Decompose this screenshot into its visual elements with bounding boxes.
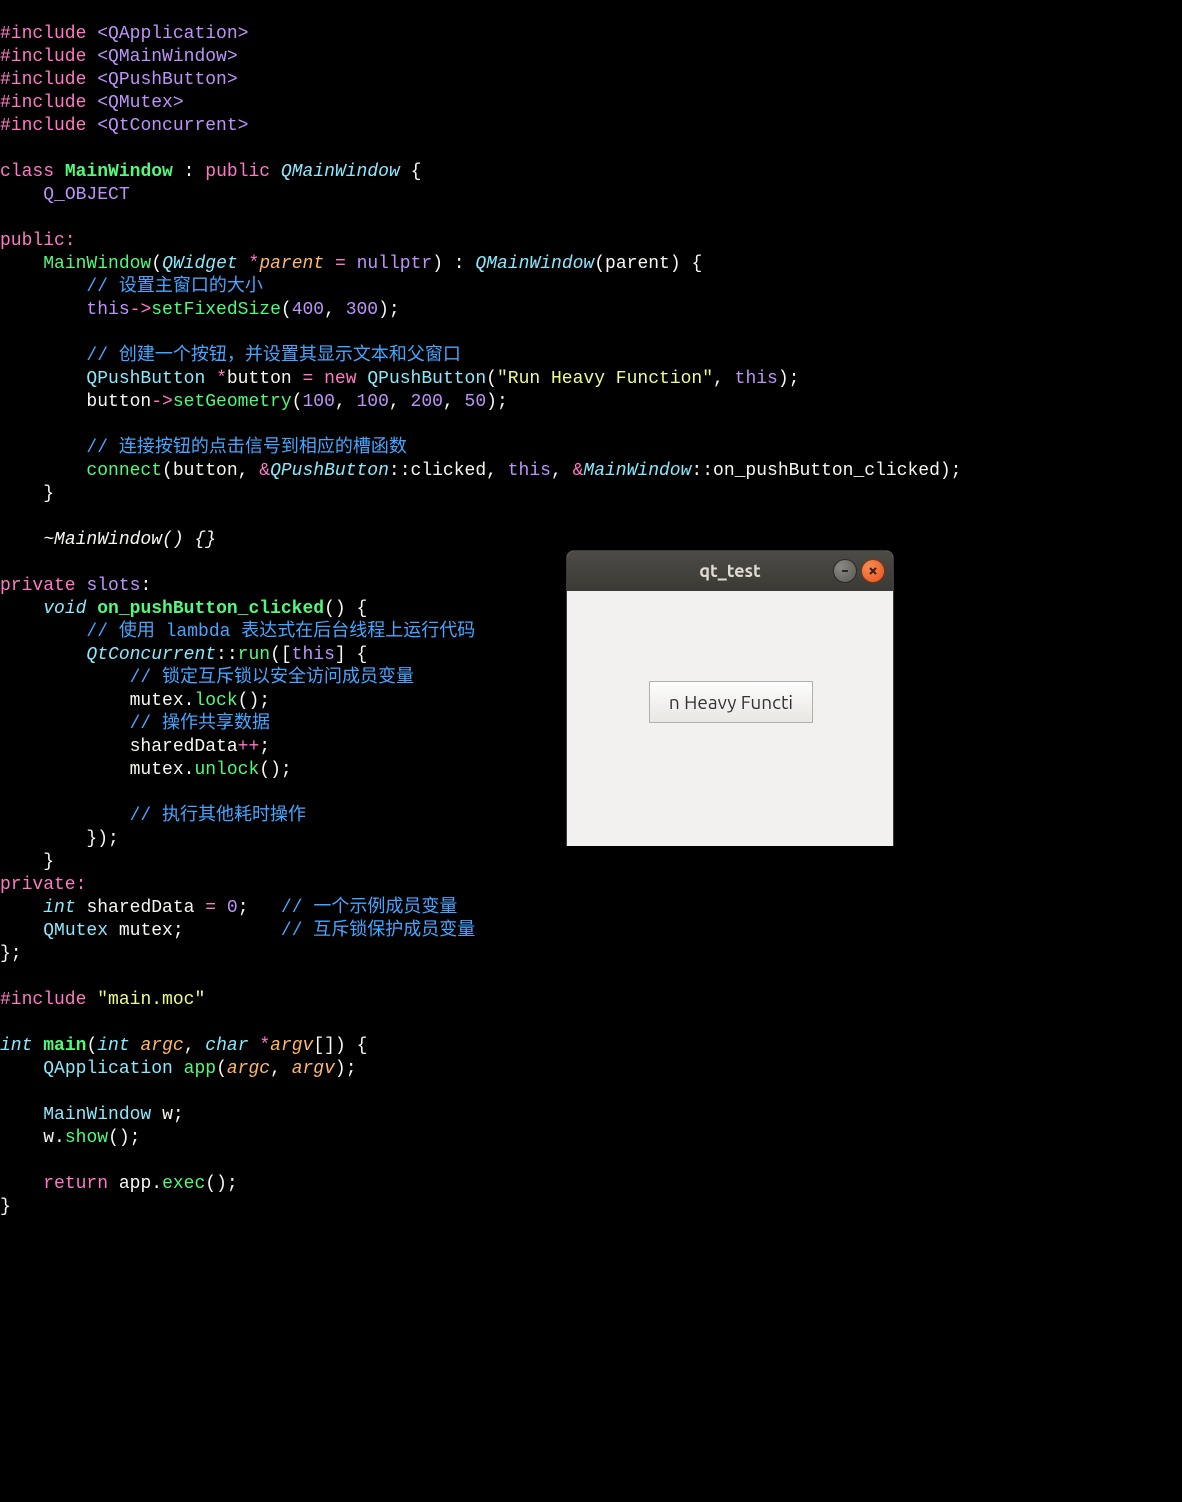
directive: #include [0, 24, 86, 44]
class-name: MainWindow [65, 162, 173, 182]
directive: #include [0, 990, 86, 1010]
var: button [86, 392, 151, 412]
keyword-this: this [508, 461, 551, 481]
var: mutex [130, 760, 184, 780]
include-path: "main.moc" [97, 990, 205, 1010]
param: argc [140, 1036, 183, 1056]
directive: #include [0, 47, 86, 67]
access-private: private: [0, 875, 86, 895]
number: 50 [465, 392, 487, 412]
var: sharedData [130, 737, 238, 757]
access-private: private [0, 576, 76, 596]
qt-window-body: n Heavy Functi [567, 591, 893, 846]
var: w [43, 1128, 54, 1148]
keyword-nullptr: nullptr [357, 254, 433, 274]
comment: // 互斥锁保护成员变量 [281, 921, 475, 941]
comment: // 一个示例成员变量 [281, 898, 457, 918]
comment: // 使用 lambda 表达式在后台线程上运行代码 [86, 622, 475, 642]
ns: QtConcurrent [86, 645, 216, 665]
keyword-int: int [97, 1036, 129, 1056]
comment: // 锁定互斥锁以安全访问成员变量 [130, 668, 414, 688]
call-unlock: unlock [194, 760, 259, 780]
type: QApplication [43, 1059, 173, 1079]
qt-app-window[interactable]: qt_test n Heavy Functi [566, 550, 894, 846]
comment: // 连接按钮的点击信号到相应的槽函数 [86, 438, 406, 458]
include-path: <QPushButton> [97, 70, 237, 90]
slot-fn: on_pushButton_clicked [97, 599, 324, 619]
keyword-class: class [0, 162, 54, 182]
slot-name: on_pushButton_clicked [713, 461, 940, 481]
keyword-return: return [43, 1174, 108, 1194]
keyword-int: int [0, 1036, 32, 1056]
keyword-int: int [43, 898, 75, 918]
dtor: ~MainWindow [43, 530, 162, 550]
qt-window-title: qt_test [699, 560, 761, 583]
keyword-void: void [43, 599, 86, 619]
keyword-public: public [205, 162, 270, 182]
keyword-new: new [324, 369, 356, 389]
comment: // 设置主窗口的大小 [86, 277, 262, 297]
ctor-param-name: parent [259, 254, 324, 274]
number: 100 [357, 392, 389, 412]
var: app [119, 1174, 151, 1194]
main-fn: main [43, 1036, 86, 1056]
slot-ns: MainWindow [583, 461, 691, 481]
type: MainWindow [43, 1105, 151, 1125]
include-path: <QMutex> [97, 93, 183, 113]
var: w [162, 1105, 173, 1125]
call-setgeometry: setGeometry [173, 392, 292, 412]
ctor-name: MainWindow [43, 254, 151, 274]
number: 100 [302, 392, 334, 412]
comment: // 操作共享数据 [130, 714, 270, 734]
number: 400 [292, 300, 324, 320]
qt-window-controls [833, 559, 885, 583]
base-class: QMainWindow [281, 162, 400, 182]
q-object-macro: Q_OBJECT [43, 185, 129, 205]
signal-name: clicked [411, 461, 487, 481]
string: "Run Heavy Function" [497, 369, 713, 389]
number: 0 [227, 898, 238, 918]
type: QPushButton [367, 369, 486, 389]
comment: // 执行其他耗时操作 [130, 806, 306, 826]
number: 200 [411, 392, 443, 412]
include-path: <QApplication> [97, 24, 248, 44]
ctor-param-type: QWidget [162, 254, 238, 274]
call-exec: exec [162, 1174, 205, 1194]
slots-keyword: slots [86, 576, 140, 596]
call-show: show [65, 1128, 108, 1148]
var: app [184, 1059, 216, 1079]
base-ctor: QMainWindow [475, 254, 594, 274]
var: sharedData [86, 898, 194, 918]
keyword-this: this [86, 300, 129, 320]
keyword-this: this [292, 645, 335, 665]
type: QMutex [43, 921, 108, 941]
var: mutex [119, 921, 173, 941]
var: button [227, 369, 292, 389]
call-setfixedsize: setFixedSize [151, 300, 281, 320]
directive: #include [0, 116, 86, 136]
type: QPushButton [86, 369, 205, 389]
keyword-char: char [205, 1036, 248, 1056]
number: 300 [346, 300, 378, 320]
run-heavy-function-button[interactable]: n Heavy Functi [649, 681, 813, 723]
arg: argv [292, 1059, 335, 1079]
close-icon[interactable] [861, 559, 885, 583]
var: mutex [130, 691, 184, 711]
include-path: <QtConcurrent> [97, 116, 248, 136]
call-run: run [238, 645, 270, 665]
param: argv [270, 1036, 313, 1056]
comment: // 创建一个按钮，并设置其显示文本和父窗口 [86, 346, 460, 366]
call-lock: lock [194, 691, 237, 711]
minimize-icon[interactable] [833, 559, 857, 583]
directive: #include [0, 93, 86, 113]
keyword-this: this [735, 369, 778, 389]
call-connect: connect [86, 461, 162, 481]
arg: argc [227, 1059, 270, 1079]
qt-titlebar[interactable]: qt_test [567, 551, 893, 591]
signal-ns: QPushButton [270, 461, 389, 481]
access-public: public: [0, 231, 76, 251]
include-path: <QMainWindow> [97, 47, 237, 67]
directive: #include [0, 70, 86, 90]
